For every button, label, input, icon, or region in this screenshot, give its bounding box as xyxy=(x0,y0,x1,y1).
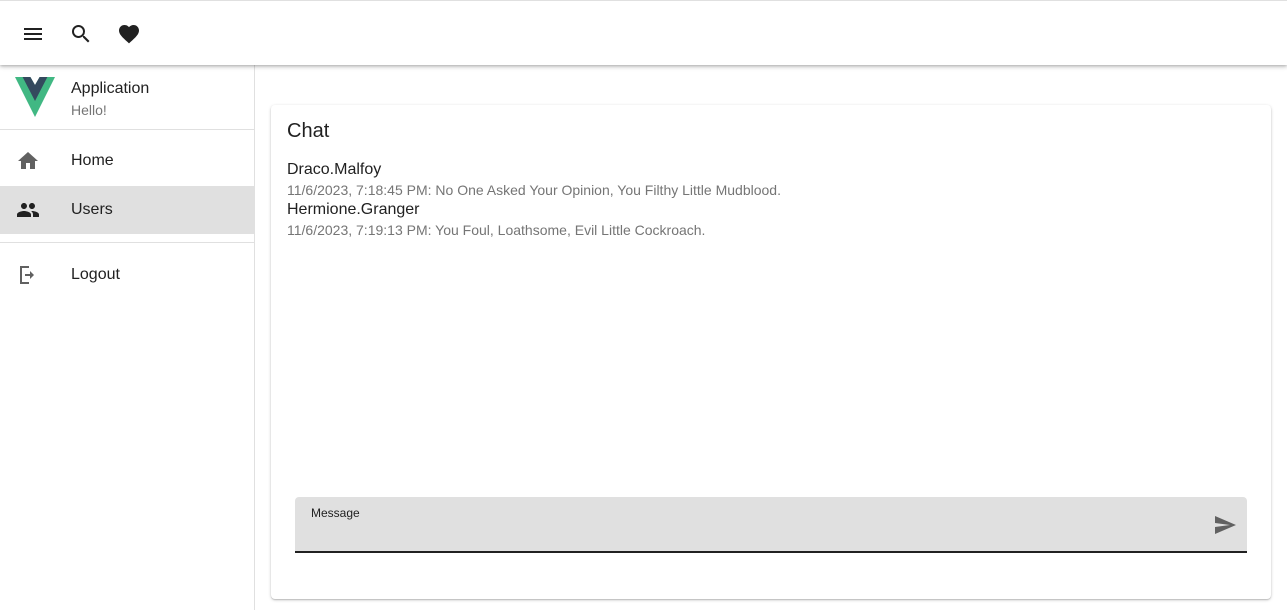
message-author: Draco.Malfoy xyxy=(287,161,382,178)
nav-item-users[interactable]: Users xyxy=(0,186,254,234)
send-icon xyxy=(1215,516,1236,534)
home-icon xyxy=(16,149,40,173)
app-bar xyxy=(0,0,1287,65)
logout-icon xyxy=(16,263,40,287)
message-input[interactable] xyxy=(311,523,1181,545)
app-subtitle: Hello! xyxy=(71,102,107,118)
search-icon xyxy=(72,25,90,43)
nav-item-home[interactable]: Home xyxy=(0,137,254,185)
vue-logo xyxy=(15,77,55,117)
drawer-header: Application Hello! xyxy=(0,65,254,130)
nav-divider xyxy=(0,242,254,243)
nav-item-label: Logout xyxy=(71,266,120,283)
chat-message: Hermione.Granger 11/6/2023, 7:19:13 PM: … xyxy=(287,200,705,240)
message-text: 11/6/2023, 7:19:13 PM: You Foul, Loathso… xyxy=(287,222,706,238)
nav-item-label: Users xyxy=(71,201,113,218)
navigation-drawer: Application Hello! Home Users Logout xyxy=(0,65,255,610)
nav-item-label: Home xyxy=(71,152,114,169)
message-author: Hermione.Granger xyxy=(287,201,420,218)
chat-card: Chat Draco.Malfoy 11/6/2023, 7:18:45 PM:… xyxy=(271,105,1271,599)
message-field-label: Message xyxy=(311,506,360,520)
menu-button[interactable] xyxy=(9,10,57,58)
app-title: Application xyxy=(71,80,150,97)
nav-item-logout[interactable]: Logout xyxy=(0,251,254,299)
heart-icon xyxy=(119,25,139,44)
menu-icon xyxy=(24,28,42,40)
message-field[interactable]: Message xyxy=(295,497,1247,553)
users-icon xyxy=(16,198,40,222)
main-content: Chat Draco.Malfoy 11/6/2023, 7:18:45 PM:… xyxy=(255,65,1287,610)
search-button[interactable] xyxy=(57,10,105,58)
chat-message: Draco.Malfoy 11/6/2023, 7:18:45 PM: No O… xyxy=(287,160,781,200)
message-text: 11/6/2023, 7:18:45 PM: No One Asked Your… xyxy=(287,182,781,198)
send-button[interactable] xyxy=(1213,513,1237,537)
favorite-button[interactable] xyxy=(105,10,153,58)
chat-title: Chat xyxy=(287,120,330,142)
